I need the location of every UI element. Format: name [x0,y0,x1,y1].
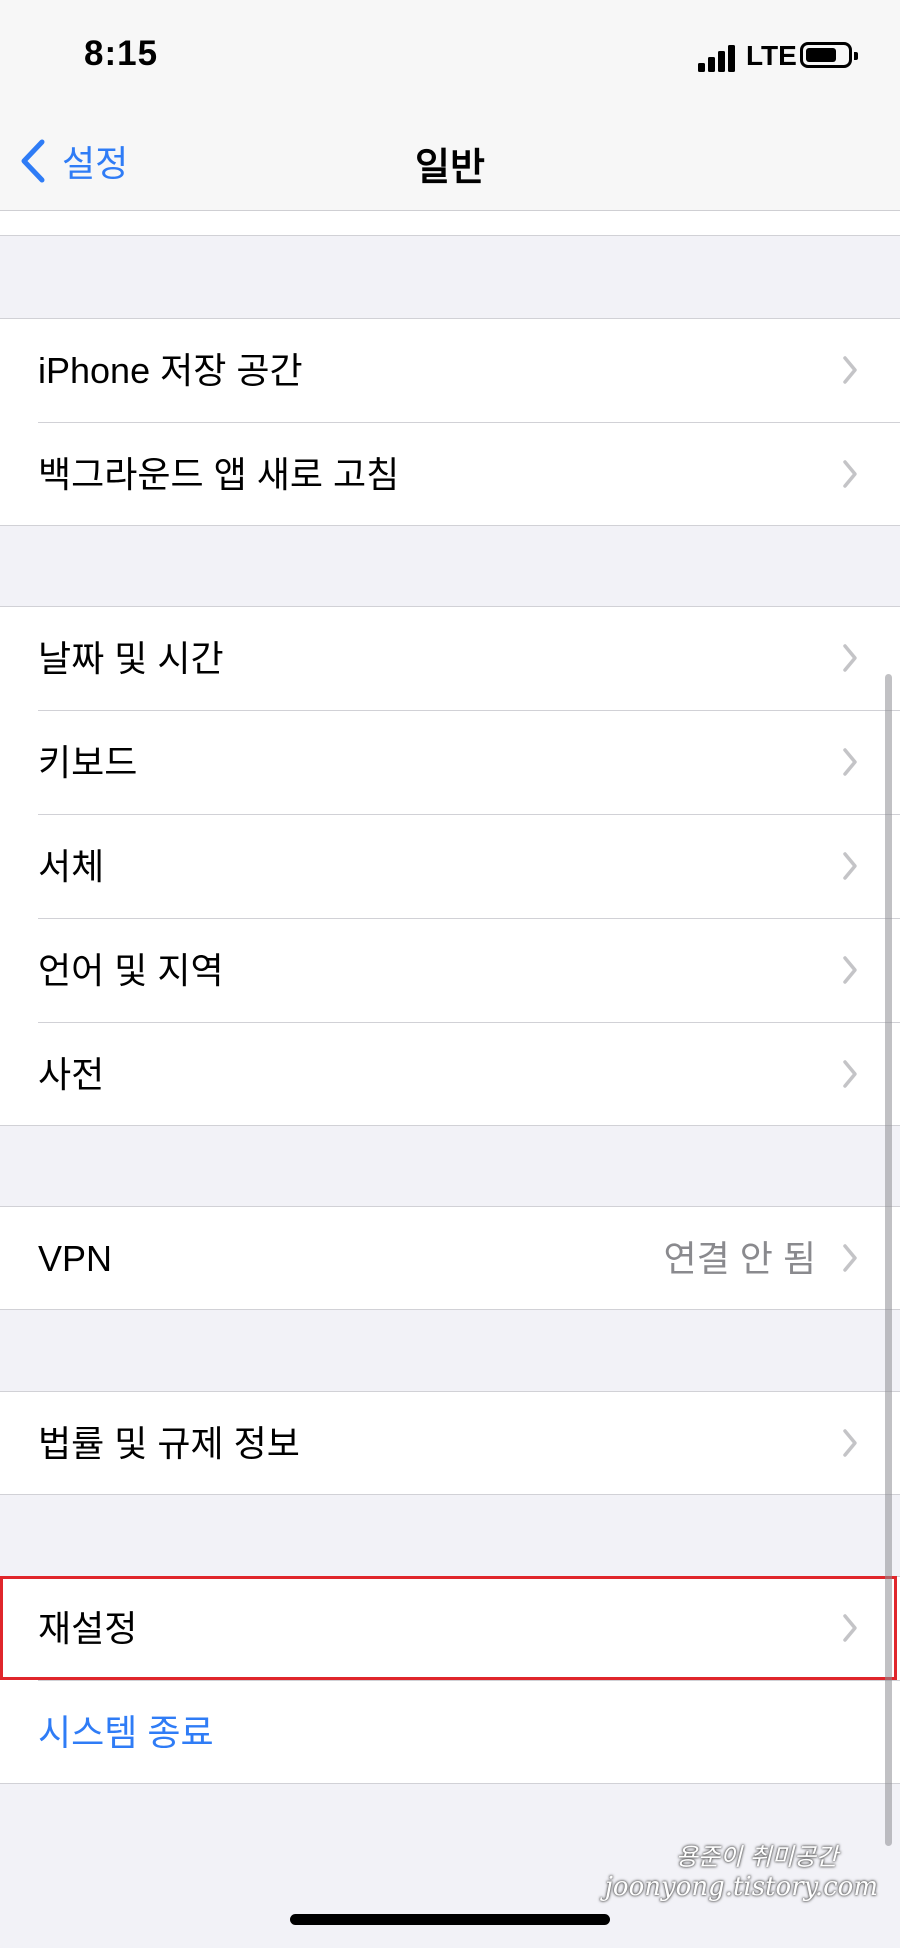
navigation-bar: 설정 일반 [0,110,900,211]
row-label: 날짜 및 시간 [38,638,224,679]
storage-group: iPhone 저장 공간 백그라운드 앱 새로 고침 [0,318,900,526]
row-label: 언어 및 지역 [38,950,224,991]
row-fonts[interactable]: 서체 [0,815,900,919]
row-label: 사전 [38,1054,105,1095]
carrier-label: LTE [746,40,797,71]
chevron-right-icon [843,852,857,880]
locale-group: 날짜 및 시간 키보드 서체 언어 및 지역 사전 [0,606,900,1126]
battery-icon [800,42,858,68]
status-time: 8:15 [84,34,159,73]
row-label: 서체 [38,846,105,887]
row-iphone-storage[interactable]: iPhone 저장 공간 [0,319,900,423]
status-bar: 8:15 LTE [0,0,900,110]
chevron-right-icon [843,644,857,672]
watermark: 용준이 취미공간 joonyong.tistory.com [605,1837,878,1902]
chevron-right-icon [843,1429,857,1457]
row-label: 키보드 [38,742,138,783]
vpn-group: VPN 연결 안 됨 [0,1206,900,1310]
row-label: 법률 및 규제 정보 [38,1423,300,1464]
shutdown-link: 시스템 종료 [38,1712,214,1753]
chevron-right-icon [843,1244,857,1272]
page-title: 일반 [415,147,485,189]
scrolled-group-edge [0,211,900,236]
row-language-region[interactable]: 언어 및 지역 [0,919,900,1023]
row-background-refresh[interactable]: 백그라운드 앱 새로 고침 [0,423,900,527]
signal-icon [698,44,738,72]
row-label: 백그라운드 앱 새로 고침 [38,454,400,495]
row-label: VPN [38,1238,113,1279]
row-date-time[interactable]: 날짜 및 시간 [0,607,900,711]
chevron-right-icon [843,460,857,488]
chevron-right-icon [843,956,857,984]
highlight-box [0,1576,897,1680]
row-label: iPhone 저장 공간 [38,350,303,391]
row-vpn[interactable]: VPN 연결 안 됨 [0,1207,900,1311]
row-keyboard[interactable]: 키보드 [0,711,900,815]
chevron-right-icon [843,748,857,776]
watermark-line2: joonyong.tistory.com [604,1872,878,1902]
watermark-line1: 용준이 취미공간 [675,1843,838,1871]
legal-group: 법률 및 규제 정보 [0,1391,900,1495]
row-shutdown[interactable]: 시스템 종료 [0,1681,900,1785]
chevron-right-icon [843,356,857,384]
row-legal[interactable]: 법률 및 규제 정보 [0,1392,900,1496]
scroll-indicator [885,674,892,1846]
row-dictionary[interactable]: 사전 [0,1023,900,1127]
chevron-right-icon [843,1060,857,1088]
vpn-status-value: 연결 안 됨 [663,1238,816,1279]
home-indicator[interactable] [290,1914,610,1925]
